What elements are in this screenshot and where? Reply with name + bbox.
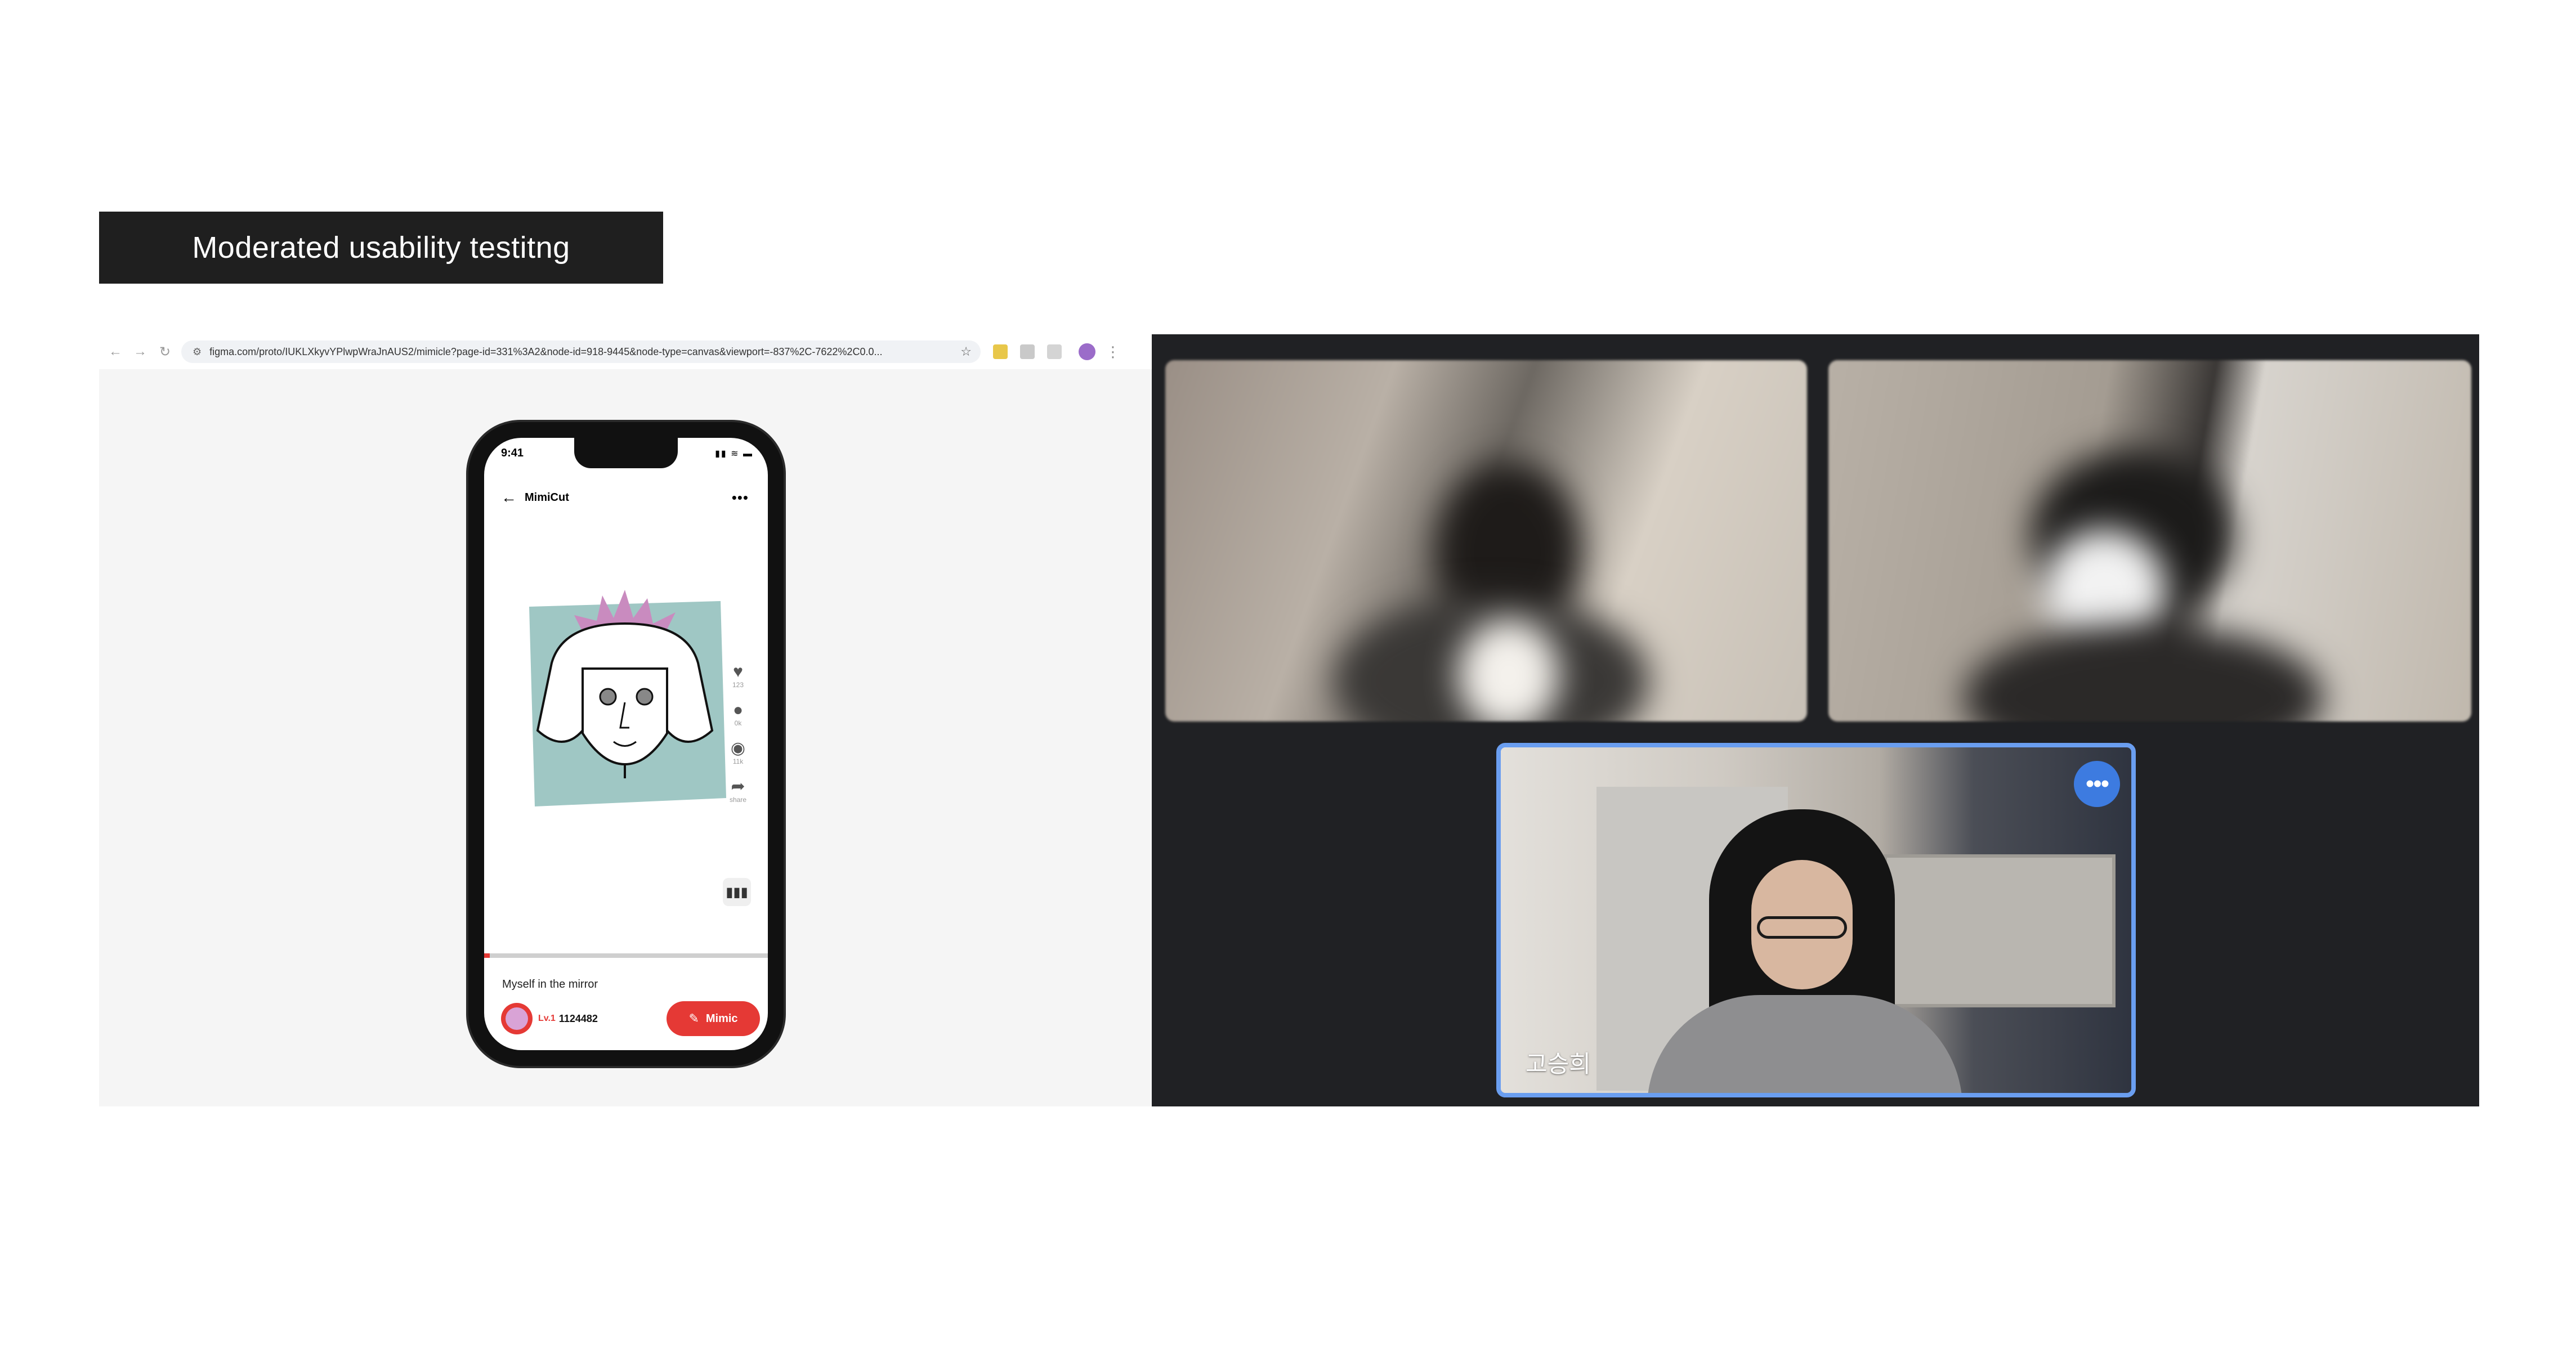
extension-icon[interactable] <box>993 344 1008 359</box>
phone-mockup: 9:41 ▮▮ ≋ ▬ ← MimiCut ••• ♥ 123 ● 0k ◉ 1… <box>468 422 784 1066</box>
participant-name: 고승희 <box>1526 1051 1591 1077</box>
comment-action[interactable]: ● 0k <box>725 701 751 728</box>
side-action-bar: ♥ 123 ● 0k ◉ 11k ➦ share <box>725 663 751 816</box>
browser-toolbar: ← → ↻ ⚙ figma.com/proto/IUKLXkyvYPlwpWra… <box>99 334 1152 369</box>
like-action[interactable]: ♥ 123 <box>725 663 751 689</box>
post-caption: Myself in the mirror <box>502 978 598 991</box>
section-title-badge: Moderated usability testitng <box>99 212 663 284</box>
playback-progress-bar[interactable] <box>484 953 768 958</box>
views-action[interactable]: ◉ 11k <box>725 739 751 766</box>
address-bar[interactable]: ⚙ figma.com/proto/IUKLXkyvYPlwpWraJnAUS2… <box>181 340 981 363</box>
video-meeting-panel: 고승희 ••• <box>1152 334 2479 1106</box>
view-count: 11k <box>732 758 744 765</box>
status-time: 9:41 <box>501 447 524 459</box>
app-title: MimiCut <box>525 491 569 504</box>
playback-progress-fill <box>484 953 490 958</box>
eye-icon: ◉ <box>730 739 746 758</box>
forward-arrow-icon[interactable]: → <box>132 343 149 360</box>
audio-wave-button[interactable]: ▮▮▮ <box>723 878 751 906</box>
comment-count: 0k <box>734 719 742 727</box>
author-row: Lv.1 1124482 ✎ Mimic <box>501 1001 760 1037</box>
profile-avatar[interactable] <box>1079 343 1095 360</box>
artwork-illustration <box>529 590 726 806</box>
comment-icon: ● <box>732 701 744 719</box>
extensions-puzzle-icon[interactable] <box>1047 344 1062 359</box>
bookmark-star-icon[interactable]: ☆ <box>960 344 972 359</box>
mimic-button-label: Mimic <box>705 1012 738 1025</box>
phone-notch <box>574 438 678 468</box>
reload-icon[interactable]: ↻ <box>156 343 173 360</box>
back-arrow-icon[interactable]: ← <box>107 343 124 360</box>
browser-window: ← → ↻ ⚙ figma.com/proto/IUKLXkyvYPlwpWra… <box>99 334 1152 1106</box>
site-settings-icon[interactable]: ⚙ <box>193 346 202 358</box>
author-id: 1124482 <box>558 1012 598 1024</box>
mimic-button[interactable]: ✎ Mimic <box>667 1001 760 1036</box>
like-count: 123 <box>732 681 744 689</box>
share-label: share <box>729 796 747 804</box>
share-icon: ➦ <box>731 777 745 796</box>
status-icons: ▮▮ ≋ ▬ <box>715 449 753 459</box>
audio-wave-icon: ▮▮▮ <box>726 884 748 900</box>
app-header: ← MimiCut ••• <box>484 485 768 510</box>
back-arrow-icon[interactable]: ← <box>501 488 517 507</box>
participant-tile-blurred[interactable] <box>1165 360 1807 721</box>
edit-icon: ✎ <box>688 1011 699 1025</box>
heart-icon: ♥ <box>733 662 743 681</box>
participant-tile-blurred[interactable] <box>1828 360 2471 721</box>
more-options-icon[interactable]: ••• <box>732 489 749 507</box>
share-action[interactable]: ➦ share <box>725 778 751 804</box>
more-options-icon[interactable]: ••• <box>2074 761 2120 807</box>
participant-tile-active[interactable]: 고승희 ••• <box>1496 743 2136 1097</box>
extension-icon[interactable] <box>1020 344 1035 359</box>
author-level: Lv.1 <box>538 1014 556 1023</box>
browser-menu-icon[interactable]: ⋮ <box>1106 343 1120 361</box>
url-text: figma.com/proto/IUKLXkyvYPlwpWraJnAUS2/m… <box>209 346 883 357</box>
phone-screen: 9:41 ▮▮ ≋ ▬ ← MimiCut ••• ♥ 123 ● 0k ◉ 1… <box>484 438 768 1050</box>
author-avatar[interactable] <box>501 1003 533 1034</box>
